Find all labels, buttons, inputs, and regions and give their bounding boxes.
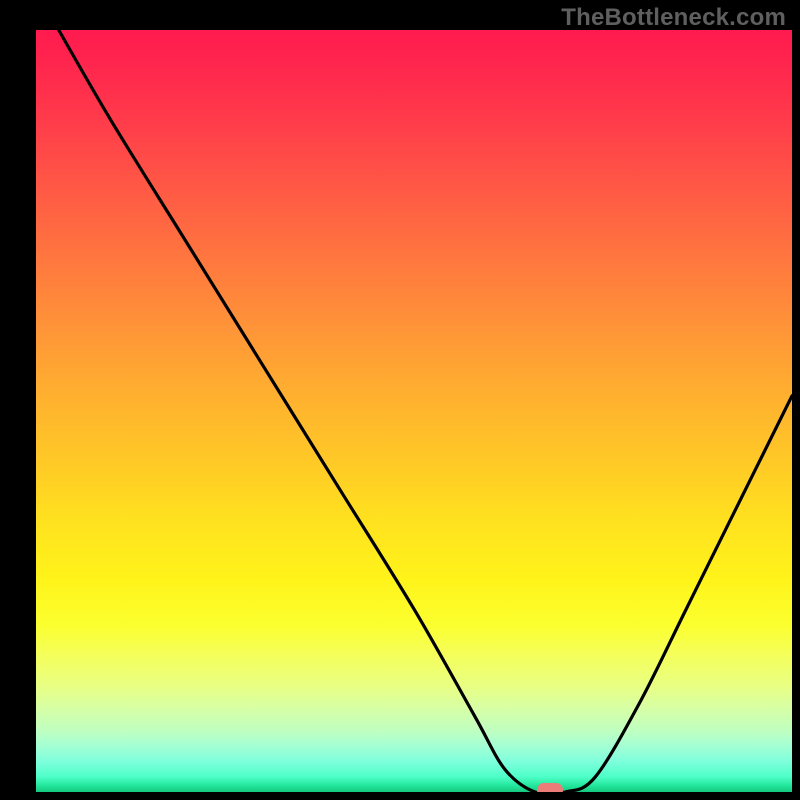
plot-area <box>36 30 792 792</box>
chart-frame: TheBottleneck.com <box>0 0 800 800</box>
bottleneck-curve <box>36 30 792 792</box>
watermark-text: TheBottleneck.com <box>561 4 786 32</box>
optimal-marker <box>537 783 563 792</box>
